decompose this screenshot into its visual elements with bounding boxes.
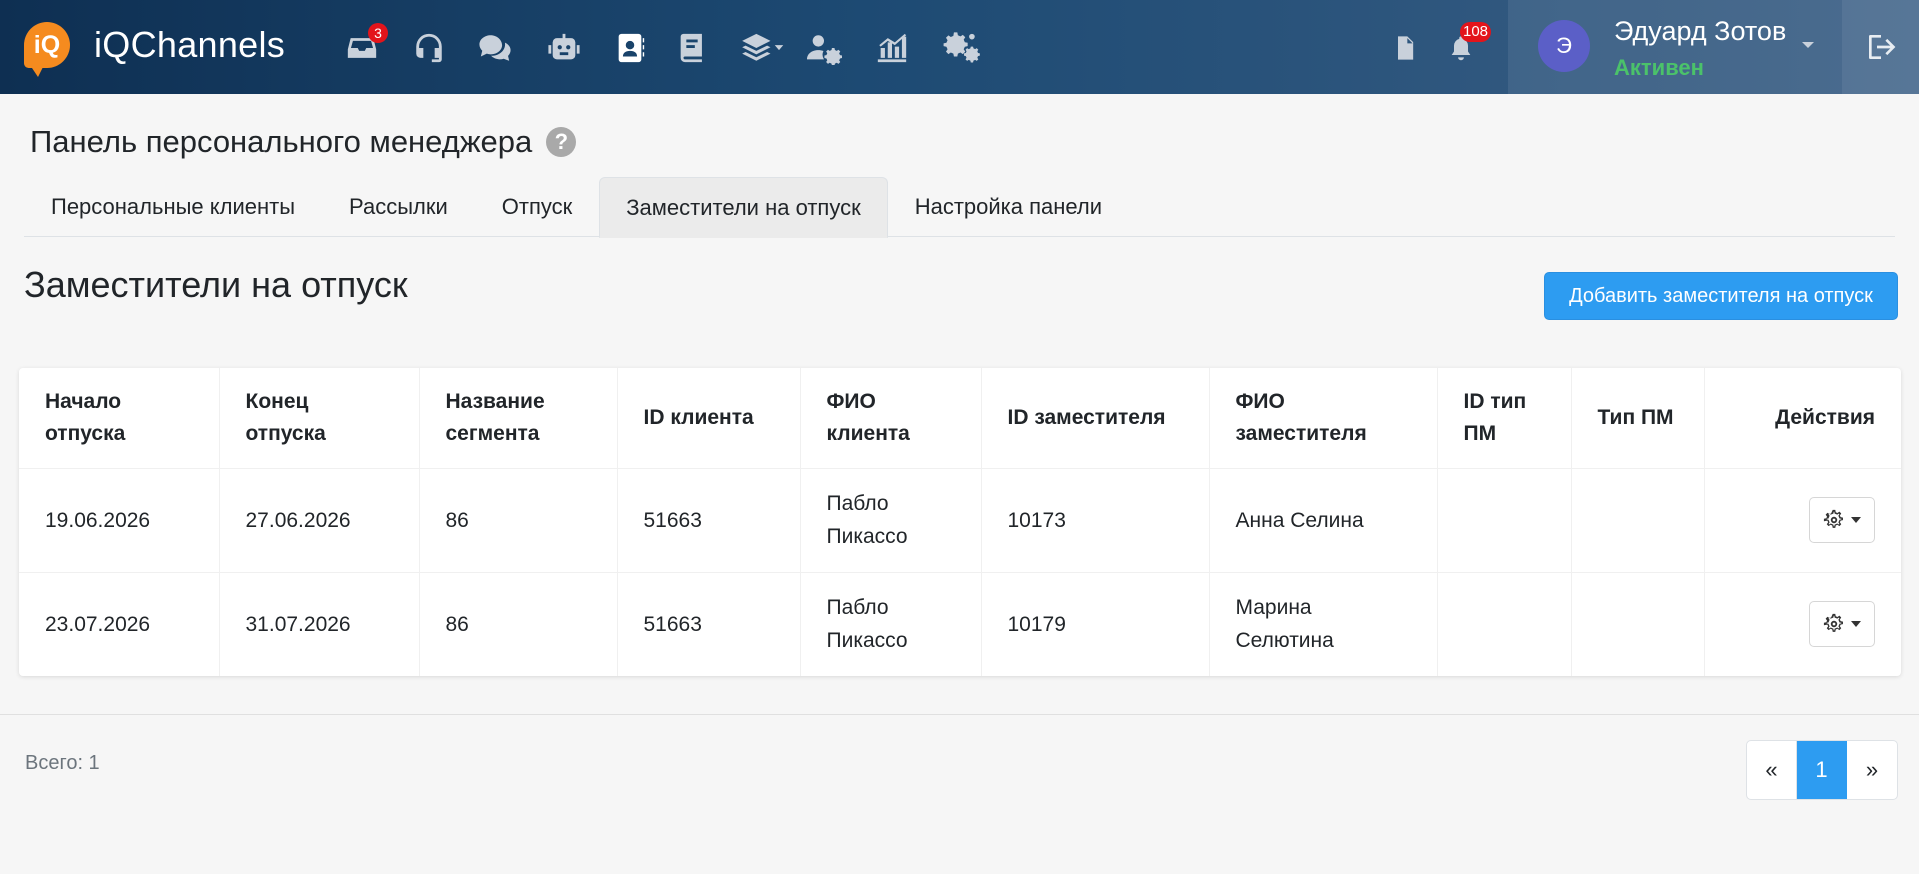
- inbox-count-badge: 3: [368, 23, 388, 43]
- avatar: Э: [1538, 20, 1590, 72]
- users-settings-icon[interactable]: [802, 29, 846, 67]
- tab-vacation[interactable]: Отпуск: [475, 177, 599, 237]
- cell-pm-type-id: [1437, 467, 1572, 572]
- analytics-icon[interactable]: [873, 29, 911, 67]
- robot-icon[interactable]: [545, 29, 583, 67]
- cell-segment-name: 86: [419, 571, 618, 676]
- cell-substitute-name: Анна Селина: [1209, 467, 1438, 572]
- cell-vacation-end: 27.06.2026: [219, 467, 420, 572]
- column-header: Тип ПМ: [1571, 368, 1705, 468]
- settings-icon[interactable]: [940, 29, 984, 67]
- brand[interactable]: iQ iQChannels: [24, 22, 286, 77]
- chevron-down-icon: [1851, 517, 1861, 523]
- table-row: 23.07.2026 31.07.2026 86 51663 Пабло Пик…: [19, 571, 1901, 676]
- cell-pm-type-id: [1437, 571, 1572, 676]
- pagination: « 1 »: [1746, 740, 1898, 800]
- logout-button[interactable]: [1842, 0, 1919, 94]
- cell-substitute-id: 10179: [981, 571, 1210, 676]
- book-icon[interactable]: [673, 29, 711, 67]
- cell-client-id: 51663: [617, 467, 801, 572]
- column-header: Действия: [1775, 405, 1875, 429]
- headset-icon[interactable]: [410, 29, 448, 67]
- cell-pm-type: [1571, 571, 1705, 676]
- row-actions-dropdown[interactable]: [1809, 601, 1875, 648]
- brand-name: iQChannels: [94, 24, 286, 65]
- user-name: Эдуард Зотов: [1614, 16, 1787, 46]
- row-actions-dropdown[interactable]: [1809, 497, 1875, 543]
- column-header: Начало отпуска: [19, 368, 220, 468]
- page-title: Панель персонального менеджера ?: [30, 124, 577, 160]
- cell-client-name: Пабло Пикассо: [800, 571, 982, 676]
- bell-icon[interactable]: 108: [1442, 22, 1492, 67]
- pagination-page-1[interactable]: 1: [1797, 741, 1847, 799]
- cell-actions: [1704, 571, 1901, 676]
- footer-divider: [0, 714, 1919, 715]
- gear-icon: [1823, 509, 1843, 528]
- chat-icon[interactable]: [476, 29, 514, 67]
- layers-icon[interactable]: [735, 29, 789, 67]
- cell-segment-name: 86: [419, 467, 618, 572]
- cell-substitute-name: Марина Селютина: [1209, 571, 1438, 676]
- tab-bar: Персональные клиенты Рассылки Отпуск Зам…: [24, 177, 1895, 238]
- column-header: ID клиента: [617, 368, 801, 468]
- tab-panel-settings[interactable]: Настройка панели: [888, 177, 1129, 237]
- chevron-down-icon: [1851, 621, 1861, 628]
- contacts-icon[interactable]: [611, 29, 649, 67]
- tab-mailings[interactable]: Рассылки: [322, 177, 475, 237]
- gear-icon: [1823, 614, 1843, 633]
- inbox-icon[interactable]: 3: [343, 23, 388, 67]
- table-row: 19.06.2026 27.06.2026 86 51663 Пабло Пик…: [19, 467, 1901, 572]
- cell-vacation-start: 23.07.2026: [19, 571, 220, 676]
- pagination-next[interactable]: »: [1847, 741, 1897, 799]
- column-header: ФИО заместителя: [1209, 368, 1438, 468]
- total-count: Всего: 1: [25, 752, 100, 774]
- cell-pm-type: [1571, 467, 1705, 572]
- tab-personal-clients[interactable]: Персональные клиенты: [24, 177, 322, 237]
- top-navbar: iQ iQChannels 3 108 Э Эдуард Зотов Актив…: [0, 0, 1919, 94]
- tab-vacation-substitutes[interactable]: Заместители на отпуск: [599, 177, 888, 238]
- help-icon[interactable]: ?: [546, 127, 577, 157]
- add-substitute-button[interactable]: Добавить заместителя на отпуск: [1544, 272, 1898, 320]
- user-status: Активен: [1614, 55, 1704, 80]
- column-header: ID тип ПМ: [1437, 368, 1572, 468]
- cell-vacation-start: 19.06.2026: [19, 467, 220, 572]
- cell-client-name: Пабло Пикассо: [800, 467, 982, 572]
- substitutes-table-card: Начало отпуска Конец отпуска Название се…: [19, 368, 1901, 676]
- column-header: Конец отпуска: [219, 368, 420, 468]
- column-header: Название сегмента: [419, 368, 618, 468]
- cell-actions: [1704, 467, 1901, 572]
- column-header: ФИО клиента: [800, 368, 982, 468]
- cell-client-id: 51663: [617, 571, 801, 676]
- iqchannels-logo: iQ: [24, 22, 70, 77]
- section-title: Заместители на отпуск: [24, 264, 408, 305]
- column-header: ID заместителя: [981, 368, 1210, 468]
- table-header-row: Начало отпуска Конец отпуска Название се…: [19, 368, 1901, 468]
- cell-vacation-end: 31.07.2026: [219, 571, 420, 676]
- cell-substitute-id: 10173: [981, 467, 1210, 572]
- pagination-prev[interactable]: «: [1747, 741, 1797, 799]
- logout-icon: [1868, 35, 1895, 59]
- notifications-count-badge: 108: [1460, 22, 1492, 42]
- document-icon[interactable]: [1386, 29, 1424, 67]
- user-menu[interactable]: Э Эдуард Зотов Активен: [1508, 0, 1842, 94]
- substitutes-table: Начало отпуска Конец отпуска Название се…: [19, 368, 1901, 676]
- chevron-down-icon: [1802, 42, 1814, 48]
